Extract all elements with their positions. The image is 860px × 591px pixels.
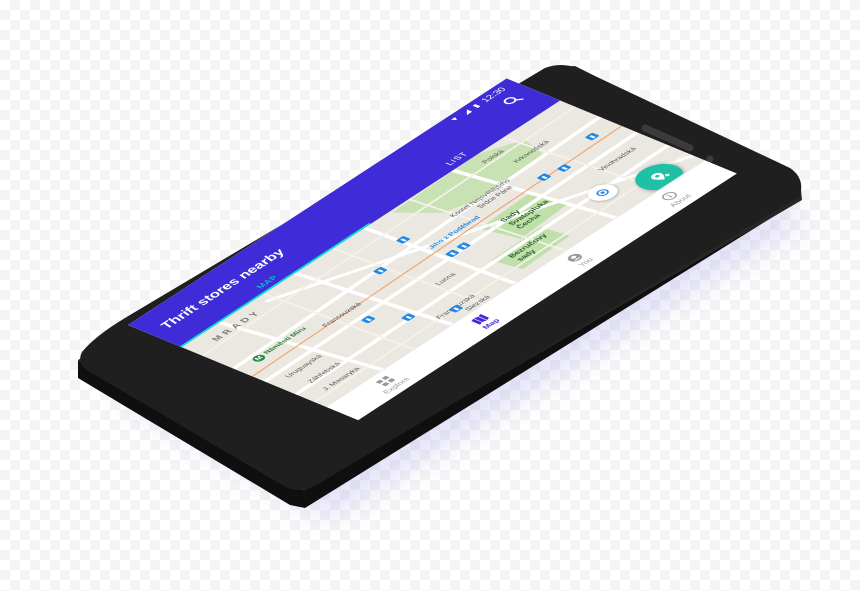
locate-icon (596, 189, 609, 197)
battery-icon: ▮ (470, 103, 482, 109)
wifi-icon: ▼ (447, 115, 463, 124)
signal-icon: ◢ (460, 108, 473, 116)
